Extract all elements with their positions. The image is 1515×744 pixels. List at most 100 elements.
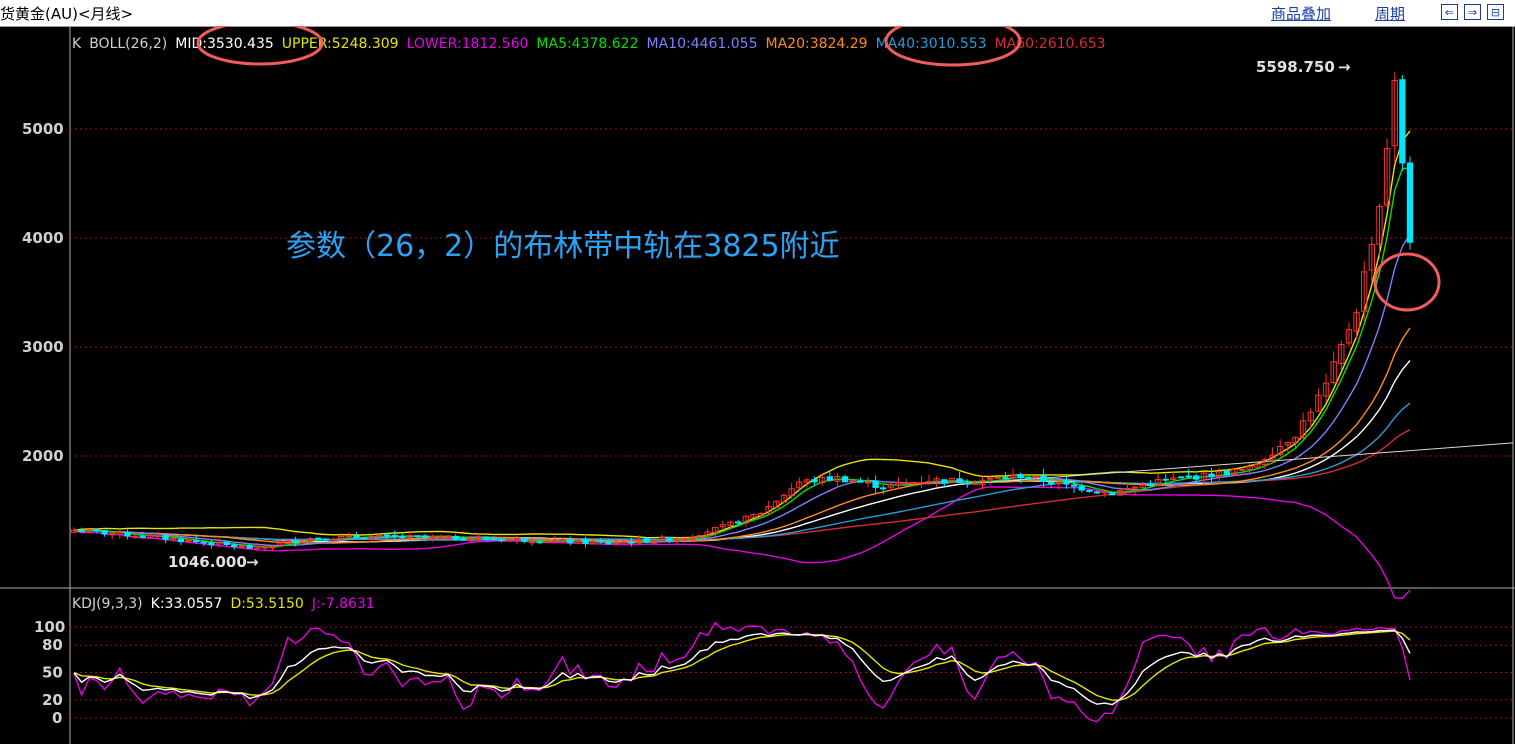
- candle-body: [1193, 475, 1200, 480]
- candle-body: [345, 534, 353, 537]
- candle-body: [1040, 475, 1047, 483]
- candle-body: [238, 545, 246, 548]
- candle-body: [841, 476, 849, 483]
- candle-body: [857, 480, 864, 483]
- candle-body: [1070, 484, 1078, 487]
- candle-body: [1025, 477, 1032, 480]
- candle-body: [1238, 468, 1246, 471]
- candle-body: [200, 541, 207, 544]
- boll-mid-line: [73, 360, 1411, 543]
- legend-ma60: MA60:2610.653: [995, 36, 1106, 52]
- nav-split-icon[interactable]: ⊟: [1487, 4, 1504, 20]
- candle-body: [124, 531, 131, 537]
- candle-body: [330, 538, 337, 541]
- candle-body: [994, 476, 1001, 479]
- candle-body: [551, 539, 559, 542]
- candle-body: [864, 481, 872, 484]
- kdj-legend: KDJ(9,3,3) K:33.0557 D:53.5150 J:-7.8631: [72, 596, 375, 612]
- main-y-tick-labels: 5000 4000 3000 2000: [22, 120, 64, 465]
- candle-body: [902, 482, 910, 485]
- candle-body: [399, 535, 406, 539]
- candle-body: [521, 538, 528, 542]
- candle-body: [414, 535, 421, 538]
- candle-body: [1048, 481, 1055, 485]
- legend-kdj: KDJ(9,3,3): [72, 596, 143, 612]
- period-link[interactable]: 周期: [1375, 3, 1405, 24]
- main-gridlines: [70, 128, 1513, 457]
- candlesticks: [70, 71, 1414, 552]
- candle-body: [826, 476, 833, 481]
- candle-body: [383, 534, 391, 537]
- candle-body: [93, 529, 101, 532]
- candle-body: [208, 542, 215, 546]
- nav-right-icon[interactable]: ⇒: [1464, 4, 1481, 20]
- ma5-line: [73, 167, 1411, 548]
- candle-body: [246, 545, 253, 549]
- candle-body: [429, 535, 436, 538]
- ma20-line: [73, 327, 1411, 544]
- candle-body: [437, 536, 444, 539]
- nav-left-icon[interactable]: ⇐: [1441, 4, 1458, 20]
- candle-body: [544, 541, 551, 544]
- candle-body: [582, 538, 589, 545]
- candle-body: [177, 538, 185, 543]
- candle-body: [1017, 474, 1024, 479]
- candle-body: [612, 542, 620, 545]
- candle-body: [941, 479, 948, 484]
- candle-body: [536, 541, 543, 544]
- candle-body: [528, 541, 536, 544]
- main-y-tick-label: 2000: [22, 447, 64, 465]
- kdj-y-tick-label: 100: [34, 618, 65, 636]
- candle-body: [567, 539, 574, 544]
- candle-body: [559, 538, 566, 541]
- annotation-text: 参数（26，2）的布林带中轨在3825附近: [286, 229, 840, 264]
- legend-lower: LOWER:1812.560: [407, 36, 529, 52]
- candle-body: [666, 537, 673, 542]
- candle-body: [78, 529, 85, 533]
- legend-upper: UPPER:5248.309: [282, 36, 399, 52]
- candle-body: [1399, 79, 1406, 164]
- legend-ma5: MA5:4378.622: [536, 36, 638, 52]
- candle-body: [1032, 475, 1040, 478]
- candle-body: [261, 546, 269, 549]
- legend-ma20: MA20:3824.29: [766, 36, 868, 52]
- main-y-tick-label: 3000: [22, 338, 64, 356]
- candle-body: [498, 538, 505, 542]
- candle-body: [292, 540, 299, 543]
- candle-body: [131, 535, 139, 538]
- kdj-d-line: [73, 630, 1411, 701]
- legend-k: K: [72, 36, 82, 52]
- candle-body: [139, 535, 146, 538]
- legend-ma10: MA10:4461.055: [647, 36, 758, 52]
- boll-legend: K BOLL(26,2) MID:3530.435 UPPER:5248.309 LOW…: [72, 36, 1106, 52]
- kdj-y-tick-label: 50: [42, 664, 63, 682]
- candle-body: [956, 478, 963, 484]
- candle-body: [1208, 473, 1215, 478]
- min-price-arrow: →: [246, 553, 259, 571]
- candle-body: [971, 482, 979, 485]
- candle-body: [811, 479, 818, 483]
- candle-body: [192, 539, 200, 543]
- window-title: 货黄金(AU)<月线>: [0, 5, 134, 23]
- candle-body: [880, 487, 887, 490]
- candle-body: [315, 537, 322, 540]
- kdj-y-tick-label: 0: [52, 709, 62, 727]
- candle-body: [513, 538, 520, 541]
- candle-body: [360, 537, 368, 540]
- main-y-tick-label: 5000: [22, 120, 64, 138]
- kdj-y-tick-labels: 10080 50 200: [34, 618, 65, 727]
- candle-body: [223, 541, 230, 545]
- legend-j: J:-7.8631: [311, 596, 375, 612]
- chart-area: 5000 4000 3000 2000 10080 50 200 K BOLL(26,2) M…: [0, 26, 1515, 744]
- main-y-tick-label: 4000: [22, 229, 64, 247]
- candle-body: [101, 530, 108, 535]
- candle-body: [391, 534, 398, 537]
- legend-boll: BOLL(26,2): [89, 36, 167, 52]
- overlay-link[interactable]: 商品叠加: [1271, 3, 1331, 24]
- kdj-k-line: [73, 629, 1411, 706]
- candle-body: [597, 540, 604, 543]
- ma10-line: [73, 234, 1411, 547]
- candle-body: [910, 481, 917, 484]
- candle-body: [1002, 476, 1009, 479]
- candle-body: [231, 544, 238, 547]
